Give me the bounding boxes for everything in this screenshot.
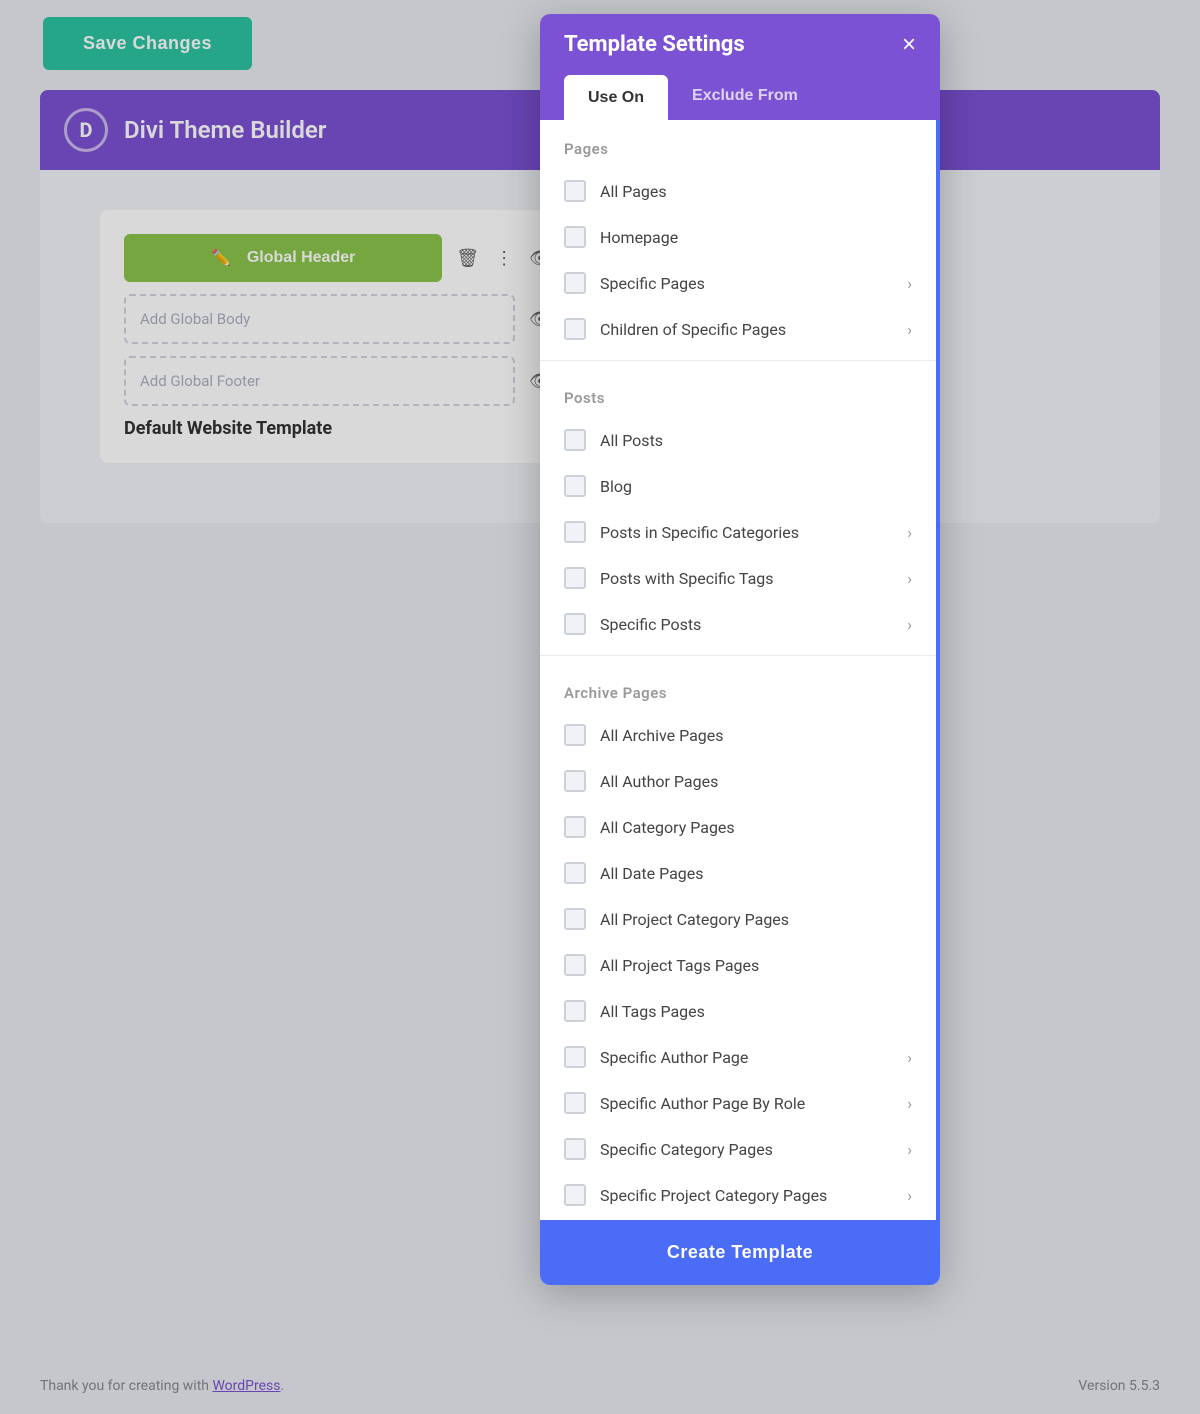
label-all-pages: All Pages (600, 182, 912, 201)
option-specific-pages[interactable]: Specific Pages › (540, 260, 936, 306)
chevron-children-specific-pages: › (907, 320, 912, 339)
chevron-specific-author-page-by-role: › (907, 1094, 912, 1113)
checkbox-blog[interactable] (564, 475, 586, 497)
checkbox-all-posts[interactable] (564, 429, 586, 451)
modal-title: Template Settings (564, 32, 745, 57)
option-all-tags-pages[interactable]: All Tags Pages (540, 988, 936, 1034)
modal-tabs: Use On Exclude From (540, 75, 940, 120)
label-all-archive-pages: All Archive Pages (600, 726, 912, 745)
option-specific-project-category-pages[interactable]: Specific Project Category Pages › (540, 1172, 936, 1218)
option-blog[interactable]: Blog (540, 463, 936, 509)
checkbox-all-pages[interactable] (564, 180, 586, 202)
checkbox-all-archive-pages[interactable] (564, 724, 586, 746)
label-all-tags-pages: All Tags Pages (600, 1002, 912, 1021)
option-all-date-pages[interactable]: All Date Pages (540, 850, 936, 896)
chevron-specific-pages: › (907, 274, 912, 293)
checkbox-homepage[interactable] (564, 226, 586, 248)
modal-header: Template Settings × (540, 14, 940, 75)
chevron-specific-author-page: › (907, 1048, 912, 1067)
chevron-posts-specific-tags: › (907, 569, 912, 588)
checkbox-posts-specific-categories[interactable] (564, 521, 586, 543)
template-settings-modal: Template Settings × Use On Exclude From … (540, 14, 940, 1285)
label-specific-category-pages: Specific Category Pages (600, 1140, 893, 1159)
chevron-posts-specific-categories: › (907, 523, 912, 542)
tab-use-on[interactable]: Use On (564, 75, 668, 120)
option-all-posts[interactable]: All Posts (540, 417, 936, 463)
option-all-author-pages[interactable]: All Author Pages (540, 758, 936, 804)
label-specific-author-page: Specific Author Page (600, 1048, 893, 1067)
label-all-posts: All Posts (600, 431, 912, 450)
label-specific-posts: Specific Posts (600, 615, 893, 634)
pages-section-label: Pages (540, 120, 936, 168)
label-all-project-tags-pages: All Project Tags Pages (600, 956, 912, 975)
option-specific-posts[interactable]: Specific Posts › (540, 601, 936, 647)
label-all-date-pages: All Date Pages (600, 864, 912, 883)
option-all-project-tags-pages[interactable]: All Project Tags Pages (540, 942, 936, 988)
divider-pages-posts (540, 360, 936, 361)
tab-exclude-from[interactable]: Exclude From (668, 75, 822, 120)
option-all-project-category-pages[interactable]: All Project Category Pages (540, 896, 936, 942)
modal-body: Pages All Pages Homepage Specific Pages … (540, 120, 940, 1220)
label-specific-author-page-by-role: Specific Author Page By Role (600, 1094, 893, 1113)
checkbox-specific-author-page-by-role[interactable] (564, 1092, 586, 1114)
checkbox-posts-specific-tags[interactable] (564, 567, 586, 589)
option-specific-category-pages[interactable]: Specific Category Pages › (540, 1126, 936, 1172)
label-all-project-category-pages: All Project Category Pages (600, 910, 912, 929)
label-specific-project-category-pages: Specific Project Category Pages (600, 1186, 893, 1205)
label-blog: Blog (600, 477, 912, 496)
option-homepage[interactable]: Homepage (540, 214, 936, 260)
create-template-button[interactable]: Create Template (540, 1220, 940, 1285)
option-specific-author-page-by-role[interactable]: Specific Author Page By Role › (540, 1080, 936, 1126)
option-all-archive-pages[interactable]: All Archive Pages (540, 712, 936, 758)
chevron-specific-project-category-pages: › (907, 1186, 912, 1205)
checkbox-specific-posts[interactable] (564, 613, 586, 635)
option-all-pages[interactable]: All Pages (540, 168, 936, 214)
chevron-specific-posts: › (907, 615, 912, 634)
label-children-specific-pages: Children of Specific Pages (600, 320, 893, 339)
checkbox-specific-author-page[interactable] (564, 1046, 586, 1068)
posts-section-label: Posts (540, 369, 936, 417)
label-all-category-pages: All Category Pages (600, 818, 912, 837)
checkbox-all-tags-pages[interactable] (564, 1000, 586, 1022)
checkbox-all-category-pages[interactable] (564, 816, 586, 838)
archive-section-label: Archive Pages (540, 664, 936, 712)
option-all-category-pages[interactable]: All Category Pages (540, 804, 936, 850)
option-posts-specific-categories[interactable]: Posts in Specific Categories › (540, 509, 936, 555)
checkbox-specific-pages[interactable] (564, 272, 586, 294)
checkbox-all-date-pages[interactable] (564, 862, 586, 884)
modal-close-button[interactable]: × (902, 33, 916, 57)
option-posts-specific-tags[interactable]: Posts with Specific Tags › (540, 555, 936, 601)
checkbox-all-author-pages[interactable] (564, 770, 586, 792)
option-children-specific-pages[interactable]: Children of Specific Pages › (540, 306, 936, 352)
checkbox-children-specific-pages[interactable] (564, 318, 586, 340)
chevron-specific-category-pages: › (907, 1140, 912, 1159)
label-posts-specific-tags: Posts with Specific Tags (600, 569, 893, 588)
checkbox-specific-category-pages[interactable] (564, 1138, 586, 1160)
option-specific-author-page[interactable]: Specific Author Page › (540, 1034, 936, 1080)
divider-posts-archive (540, 655, 936, 656)
checkbox-specific-project-category-pages[interactable] (564, 1184, 586, 1206)
label-all-author-pages: All Author Pages (600, 772, 912, 791)
label-homepage: Homepage (600, 228, 912, 247)
checkbox-all-project-category-pages[interactable] (564, 908, 586, 930)
checkbox-all-project-tags-pages[interactable] (564, 954, 586, 976)
label-specific-pages: Specific Pages (600, 274, 893, 293)
label-posts-specific-categories: Posts in Specific Categories (600, 523, 893, 542)
